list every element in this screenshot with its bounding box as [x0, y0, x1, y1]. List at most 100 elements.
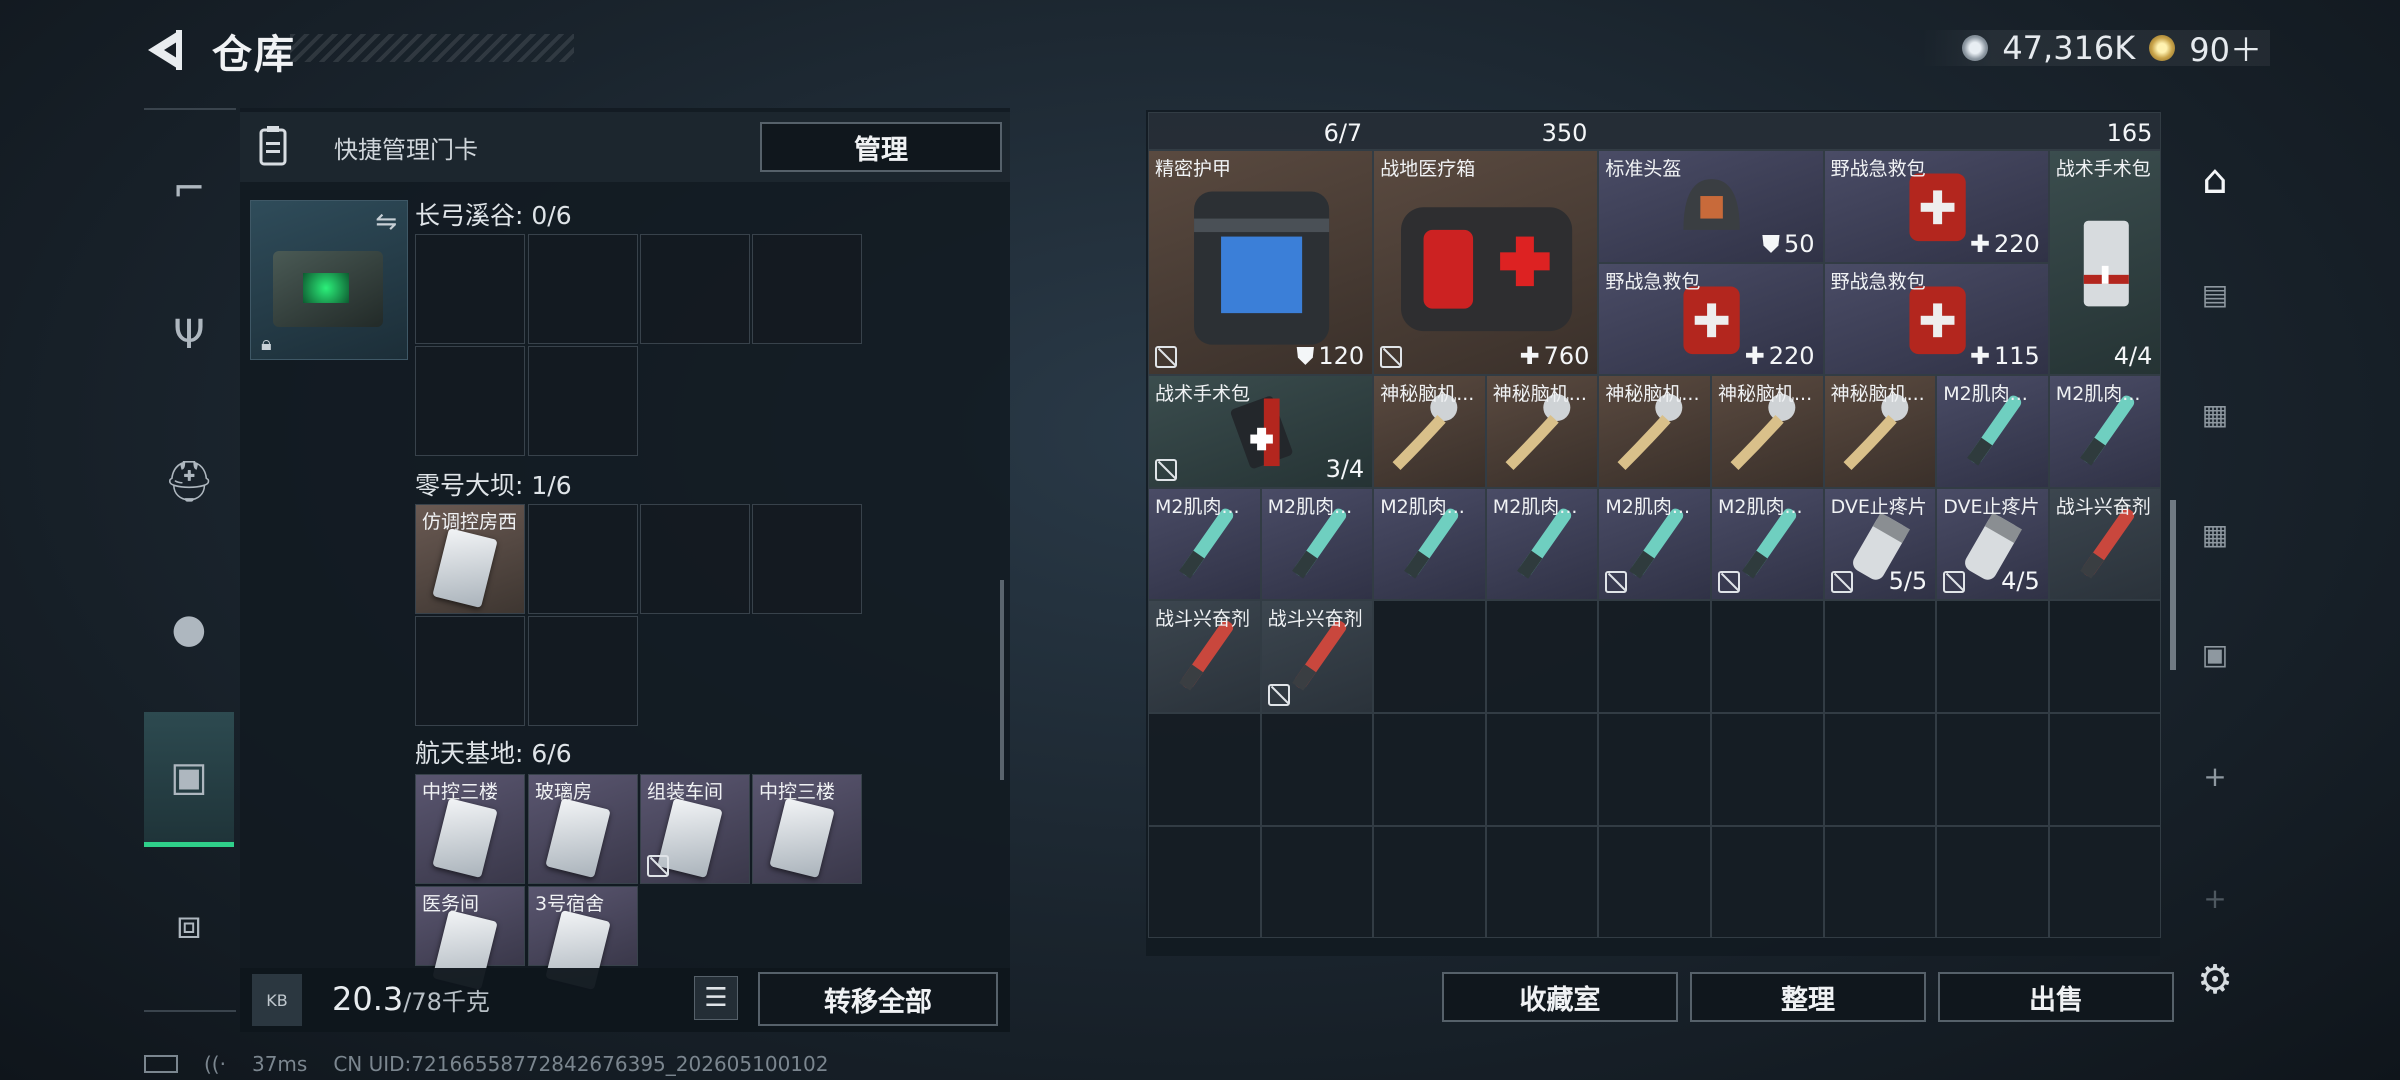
slot[interactable]: [752, 504, 862, 614]
slot[interactable]: [1711, 600, 1824, 713]
slot[interactable]: [528, 346, 638, 456]
side-tab-4[interactable]: ▤: [2180, 264, 2250, 324]
slot[interactable]: [1485, 713, 1599, 826]
inventory-item[interactable]: 战斗兴奋剂: [1148, 600, 1261, 713]
inventory-item[interactable]: 精密护甲 ⛊ 120: [1148, 150, 1374, 376]
inventory-item[interactable]: M2肌肉...: [1260, 487, 1374, 601]
inventory-item[interactable]: 战斗兴奋剂: [2048, 487, 2162, 601]
slot[interactable]: [1485, 600, 1599, 713]
uid-text: CN UID:72166558772842676395_202605100102: [333, 1052, 829, 1076]
slot[interactable]: [1711, 713, 1824, 826]
slot[interactable]: [1936, 600, 2049, 713]
item-value-text: 4/4: [2113, 342, 2153, 371]
slot[interactable]: [752, 234, 862, 344]
side-tab-6[interactable]: ▦: [2180, 504, 2250, 564]
nav-pouch[interactable]: ●: [144, 584, 234, 674]
nav-keycards[interactable]: ▣: [144, 712, 234, 847]
slot[interactable]: [1823, 600, 1937, 713]
inventory-item[interactable]: 战术手术包 3/4: [1148, 375, 1374, 488]
slot[interactable]: [1148, 713, 1261, 826]
inventory-item[interactable]: 战地医疗箱 ✚ 760: [1373, 150, 1599, 376]
inventory-item[interactable]: M2肌肉...: [1598, 487, 1711, 601]
inventory-item[interactable]: DVE止疼片 4/5: [1936, 487, 2049, 601]
inventory-item[interactable]: 野战急救包 ✚ 220: [1823, 150, 2049, 263]
slot[interactable]: [1148, 825, 1261, 939]
inventory-item[interactable]: M2肌肉...: [1373, 487, 1486, 601]
inventory-item[interactable]: 标准头盔 ⛊ 50: [1598, 150, 1824, 263]
slot[interactable]: [1711, 825, 1824, 939]
slot[interactable]: [415, 616, 525, 726]
weight-max: /78千克: [403, 988, 490, 1016]
slot[interactable]: [415, 346, 525, 456]
sort-button[interactable]: 整理: [1690, 972, 1926, 1022]
list-view-button[interactable]: ☰: [694, 976, 738, 1020]
side-tab-5[interactable]: ▦: [2180, 384, 2250, 444]
keycard-item[interactable]: 中控三楼: [415, 774, 525, 884]
slot[interactable]: [1936, 825, 2049, 939]
inventory-item[interactable]: M2肌肉...: [1148, 487, 1261, 601]
settings-button[interactable]: ⚙: [2180, 950, 2250, 1010]
nav-vest[interactable]: Ψ: [144, 290, 234, 380]
left-scrollbar[interactable]: [1000, 580, 1004, 780]
side-tab-7[interactable]: ▣: [2180, 624, 2250, 684]
gold-amount[interactable]: 90＋: [2189, 25, 2262, 71]
slot[interactable]: [528, 234, 638, 344]
inventory-item[interactable]: M2肌肉...: [2048, 375, 2162, 488]
slot[interactable]: [415, 234, 525, 344]
inventory-item[interactable]: M2肌肉...: [1711, 487, 1824, 601]
sell-button[interactable]: 出售: [1938, 972, 2174, 1022]
slot[interactable]: [1598, 713, 1711, 826]
keycard-item[interactable]: 组装车间: [640, 774, 750, 884]
transfer-all-button[interactable]: 转移全部: [758, 972, 998, 1026]
inventory-item[interactable]: 神秘脑机...: [1485, 375, 1599, 488]
inventory-item[interactable]: 战术手术包 4/4: [2048, 150, 2162, 376]
inventory-item[interactable]: 神秘脑机...: [1711, 375, 1824, 488]
keycard-item[interactable]: 仿调控房西: [415, 504, 525, 614]
keycard-item[interactable]: 玻璃房: [528, 774, 638, 884]
slot[interactable]: [1598, 600, 1711, 713]
manage-button[interactable]: 管理: [760, 122, 1002, 172]
item-label: M2肌肉...: [1267, 495, 1353, 518]
side-tab-stash[interactable]: ⌂: [2180, 150, 2250, 210]
slot[interactable]: [1260, 825, 1374, 939]
slot[interactable]: [2048, 713, 2162, 826]
slot[interactable]: [1823, 825, 1937, 939]
collection-room-button[interactable]: 收藏室: [1442, 972, 1678, 1022]
inventory-item[interactable]: 神秘脑机...: [1598, 375, 1711, 488]
inventory-item[interactable]: M2肌肉...: [1936, 375, 2049, 488]
slot[interactable]: [2048, 600, 2162, 713]
keycard-item[interactable]: 3号宿舍: [528, 886, 638, 991]
slot[interactable]: [1598, 825, 1711, 939]
inventory-item[interactable]: 野战急救包 ✚ 115: [1823, 262, 2049, 376]
inventory-item[interactable]: 神秘脑机...: [1823, 375, 1937, 488]
slot[interactable]: [1485, 825, 1599, 939]
item-value: 4/5: [2001, 567, 2040, 595]
inventory-item[interactable]: 神秘脑机...: [1373, 375, 1486, 488]
slot[interactable]: [528, 616, 638, 726]
right-scrollbar[interactable]: [2170, 500, 2176, 670]
slot[interactable]: [1373, 713, 1486, 826]
inventory-item[interactable]: 战斗兴奋剂: [1260, 600, 1374, 713]
keycard-item[interactable]: 医务间: [415, 886, 525, 991]
inventory-item[interactable]: 野战急救包 ✚ 220: [1598, 262, 1824, 376]
slot[interactable]: [1936, 713, 2049, 826]
slot[interactable]: [2048, 825, 2162, 939]
item-value: ⛊ 50: [1762, 230, 1815, 258]
inventory-item[interactable]: DVE止疼片 5/5: [1823, 487, 1937, 601]
nav-weapons[interactable]: ⌐: [144, 144, 234, 234]
slot[interactable]: [640, 504, 750, 614]
slot[interactable]: [1260, 713, 1374, 826]
back-arrow-icon[interactable]: [144, 28, 184, 72]
slot[interactable]: [1373, 825, 1486, 939]
add-tab-button[interactable]: +: [2180, 746, 2250, 806]
nav-backpack[interactable]: ⛑: [144, 436, 234, 526]
slot[interactable]: [528, 504, 638, 614]
keycard-slot[interactable]: ⇋ 🔒︎: [250, 200, 408, 360]
slot[interactable]: [640, 234, 750, 344]
keycard-item[interactable]: 中控三楼: [752, 774, 862, 884]
slot[interactable]: [1373, 600, 1486, 713]
slot[interactable]: [1823, 713, 1937, 826]
swap-icon[interactable]: ⇋: [375, 207, 397, 237]
nav-toolbox[interactable]: ⧈: [144, 880, 234, 970]
inventory-item[interactable]: M2肌肉...: [1485, 487, 1599, 601]
